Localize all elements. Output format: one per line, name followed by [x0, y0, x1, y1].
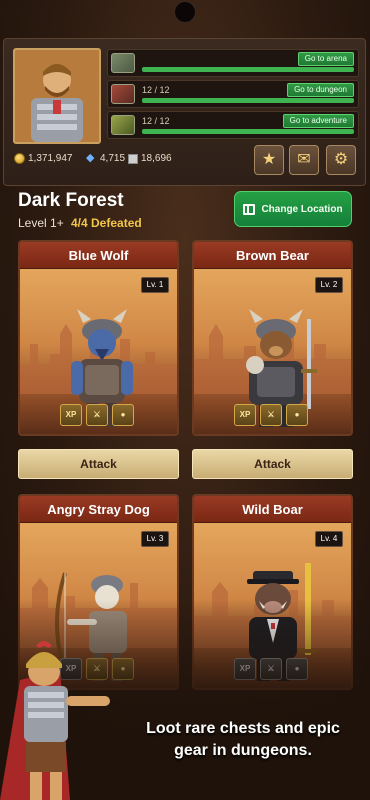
adventure-activity: 12 / 12 Go to adventure — [107, 111, 359, 139]
map-icon — [243, 203, 256, 215]
dungeon-count: 12 / 12 — [142, 85, 170, 95]
go-to-adventure-button[interactable]: Go to adventure — [282, 114, 354, 128]
arena-progress-bar — [142, 67, 354, 72]
gold-counter: 1,371,947 — [14, 153, 73, 164]
enemy-level-badge: Lv. 3 — [141, 531, 169, 547]
gold-pile-badge-icon: ● — [112, 404, 134, 426]
promo-line-1: Loot rare chests and epic — [146, 720, 340, 737]
enemy-level-badge: Lv. 1 — [141, 277, 169, 293]
enemy-name: Blue Wolf — [20, 242, 177, 269]
go-to-dungeon-button[interactable]: Go to dungeon — [287, 83, 354, 97]
attack-blue-wolf-button[interactable]: Attack — [18, 449, 179, 479]
gem-amount: 4,715 — [100, 153, 126, 164]
gold-pile-badge-icon: ● — [286, 404, 308, 426]
enemy-card-brown-bear[interactable]: Brown Bear XP ⚔ ● Lv. 2 — [192, 240, 353, 436]
adventure-progress-bar — [142, 129, 354, 134]
sword-badge-icon: ⚔ — [260, 404, 282, 426]
adventure-count: 12 / 12 — [142, 116, 170, 126]
change-location-button[interactable]: Change Location — [234, 191, 352, 227]
enemy-art: XP ⚔ ● — [20, 269, 177, 434]
dungeon-progress-bar — [142, 98, 354, 103]
attack-brown-bear-button[interactable]: Attack — [192, 449, 353, 479]
enemy-level-badge: Lv. 2 — [315, 277, 343, 293]
sword-badge-icon: ⚔ — [86, 404, 108, 426]
enemy-level-badge: Lv. 4 — [315, 531, 343, 547]
dungeon-level: Level 1+ — [18, 216, 64, 230]
enemy-name: Wild Boar — [194, 496, 351, 523]
promo-text: Loot rare chests and epic gear in dungeo… — [128, 718, 358, 762]
gem-icon: ◆ — [86, 152, 95, 164]
change-location-label: Change Location — [261, 203, 343, 215]
reward-badges: XP ⚔ ● — [234, 404, 308, 426]
star-icon: ★ — [261, 151, 277, 168]
enemy-art: XP ⚔ ● — [194, 269, 351, 434]
shard-counter: 18,696 — [128, 153, 172, 164]
dungeon-title: Dark Forest — [18, 190, 124, 211]
app-screen: Go to arena 12 / 12 Go to dungeon 12 / 1… — [0, 0, 370, 800]
player-avatar[interactable] — [13, 48, 101, 144]
mail-button[interactable]: ✉ — [289, 145, 319, 175]
mail-icon: ✉ — [297, 151, 311, 168]
go-to-arena-button[interactable]: Go to arena — [297, 52, 354, 66]
enemy-card-blue-wolf[interactable]: Blue Wolf XP ⚔ ● Lv. 1 — [18, 240, 179, 436]
hero-portrait-icon — [15, 50, 99, 142]
settings-button[interactable]: ⚙ — [326, 145, 356, 175]
gear-icon: ⚙ — [333, 151, 349, 168]
reward-badges: XP ⚔ ● — [60, 404, 134, 426]
dungeon-activity: 12 / 12 Go to dungeon — [107, 80, 359, 108]
favorites-button[interactable]: ★ — [254, 145, 284, 175]
enemy-name: Angry Stray Dog — [20, 496, 177, 523]
arena-thumbnail-icon — [111, 53, 135, 73]
adventure-thumbnail-icon — [111, 115, 135, 135]
roman-hero-icon — [0, 641, 110, 800]
xp-badge-icon: XP — [234, 404, 256, 426]
shard-amount: 18,696 — [141, 153, 172, 164]
xp-badge-icon: XP — [60, 404, 82, 426]
gold-amount: 1,371,947 — [28, 153, 73, 164]
promo-line-2: gear in dungeons. — [174, 742, 312, 759]
enemy-name: Brown Bear — [194, 242, 351, 269]
arena-activity: Go to arena — [107, 49, 359, 77]
defeated-count: 4/4 Defeated — [71, 216, 142, 230]
dungeon-thumbnail-icon — [111, 84, 135, 104]
camera-notch — [174, 1, 196, 23]
shard-icon — [128, 153, 138, 164]
gem-counter: ◆ 4,715 — [86, 152, 126, 165]
gold-coin-icon — [14, 153, 25, 164]
